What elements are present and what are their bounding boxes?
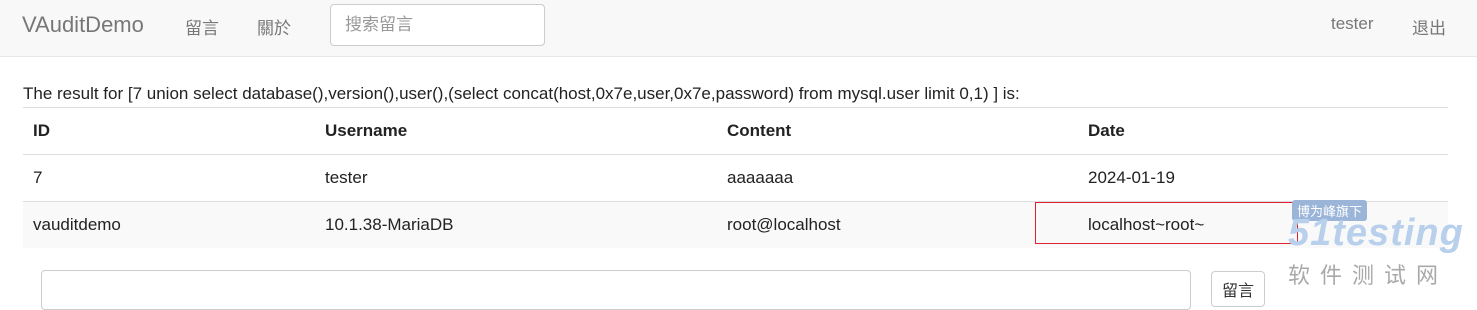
result-heading: The result for [7 union select database(… [23, 84, 1020, 103]
search-input[interactable] [330, 4, 545, 46]
comment-textarea[interactable] [41, 270, 1191, 310]
column-header-username: Username [315, 107, 717, 155]
brand-link[interactable]: VAuditDemo [22, 12, 144, 38]
cell-username: tester [315, 154, 717, 202]
cell-content: root@localhost [717, 201, 1078, 248]
table-header-row: ID Username Content Date [23, 107, 1448, 155]
cell-id: vauditdemo [23, 201, 315, 248]
logout-link[interactable]: 退出 [1412, 14, 1446, 39]
cell-content: aaaaaaa [717, 154, 1078, 202]
watermark-subtitle: 软件测试网 [1288, 263, 1449, 288]
nav-link-about[interactable]: 關於 [257, 14, 291, 39]
watermark-logo-text: 51testing [1288, 212, 1464, 254]
cell-id: 7 [23, 154, 315, 202]
nav-link-messages[interactable]: 留言 [185, 14, 219, 39]
column-header-content: Content [717, 107, 1078, 155]
cell-username: 10.1.38-MariaDB [315, 201, 717, 248]
submit-comment-button[interactable]: 留言 [1211, 271, 1265, 307]
navbar: VAuditDemo 留言 關於 tester 退出 [0, 0, 1477, 57]
highlight-box [1035, 202, 1298, 244]
column-header-date: Date [1078, 107, 1448, 155]
user-link[interactable]: tester [1331, 14, 1374, 34]
cell-date: 2024-01-19 [1078, 154, 1448, 202]
table-row: 7 tester aaaaaaa 2024-01-19 [23, 154, 1448, 202]
watermark-logo: 博为峰旗下 51testing 软件测试网 [1288, 198, 1473, 288]
column-header-id: ID [23, 107, 315, 155]
